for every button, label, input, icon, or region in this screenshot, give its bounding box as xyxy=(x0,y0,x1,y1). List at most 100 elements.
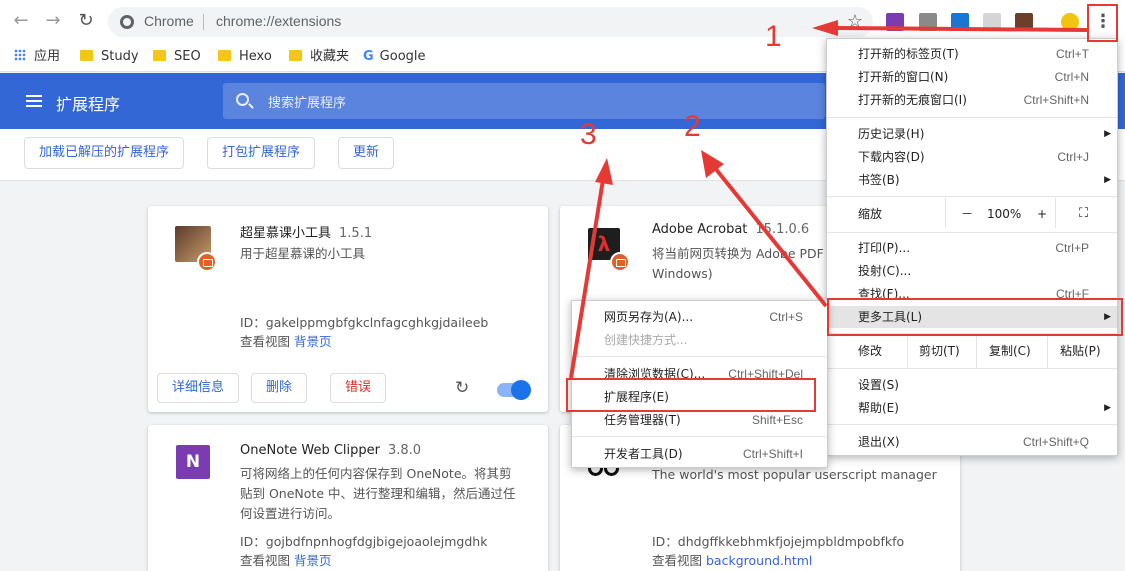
browser-toolbar: ← → ↻ Chrome chrome://extensions ☆ ⋮ xyxy=(0,0,1125,42)
back-button[interactable]: ← xyxy=(10,10,32,32)
highlight-more-tools xyxy=(827,298,1123,336)
menu-divider xyxy=(827,232,1117,233)
inspect-views: 查看视图 背景页 xyxy=(240,550,332,569)
menu-shortcut: Ctrl+S xyxy=(769,310,803,324)
background-page-link[interactable]: background.html xyxy=(706,553,812,568)
menu-label: 历史记录(H) xyxy=(858,127,925,141)
menu-item-incognito[interactable]: 打开新的无痕窗口(I) Ctrl+Shift+N xyxy=(827,89,1117,111)
menu-shortcut: Ctrl+Shift+N xyxy=(1023,93,1089,107)
bookmark-label: 应用 xyxy=(34,49,61,64)
submenu-item-devtools[interactable]: 开发者工具(D) Ctrl+Shift+I xyxy=(572,443,827,465)
extension-version: 1.5.1 xyxy=(339,226,373,241)
submenu-item-task-manager[interactable]: 任务管理器(T) Shift+Esc xyxy=(572,409,827,431)
bookmark-google[interactable]: G Google xyxy=(363,48,426,66)
menu-divider xyxy=(827,117,1117,118)
menu-item-settings[interactable]: 设置(S) xyxy=(827,374,1117,396)
menu-shortcut: Ctrl+N xyxy=(1054,70,1089,84)
menu-shortcut: Ctrl+T xyxy=(1056,47,1089,61)
google-icon: G xyxy=(363,49,374,64)
chrome-icon xyxy=(120,15,134,29)
menu-item-downloads[interactable]: 下载内容(D) Ctrl+J xyxy=(827,146,1117,168)
reload-button[interactable]: ↻ xyxy=(75,10,97,32)
menu-label: 下载内容(D) xyxy=(858,150,925,164)
s-extension-icon[interactable] xyxy=(951,13,969,31)
extension-id: ID：gojbdfnpnhogfdgjbigejoaolejmgdhk xyxy=(240,534,488,549)
bookmark-hexo[interactable]: Hexo xyxy=(218,48,272,66)
profile-avatar[interactable] xyxy=(1061,13,1079,31)
submenu-item-create-shortcut[interactable]: 创建快捷方式... xyxy=(572,329,827,351)
edit-divider xyxy=(976,336,977,368)
menu-divider xyxy=(827,368,1117,369)
menu-item-exit[interactable]: 退出(X) Ctrl+Shift+Q xyxy=(827,431,1117,453)
url-text[interactable]: chrome://extensions xyxy=(216,13,341,29)
enable-toggle[interactable] xyxy=(497,380,531,400)
copy-button[interactable]: 复制(C) xyxy=(989,340,1031,362)
desc-line: 将当前网页转换为 Adobe PDF xyxy=(652,246,824,261)
bookmark-apps[interactable]: 应用 xyxy=(14,48,60,66)
menu-item-history[interactable]: 历史记录(H) ▶ xyxy=(827,123,1117,145)
apps-icon xyxy=(14,49,26,61)
load-unpacked-button[interactable]: 加载已解压的扩展程序 xyxy=(24,137,185,169)
desc-line: 可将网络上的任何内容保存到 OneNote。将其剪 xyxy=(240,466,512,481)
menu-label: 退出(X) xyxy=(858,435,900,449)
desc-line: 贴到 OneNote 中、进行整理和编辑，然后通过任 xyxy=(240,486,516,501)
edit-divider xyxy=(1047,336,1048,368)
onenote-extension-icon[interactable] xyxy=(886,13,904,31)
background-page-link[interactable]: 背景页 xyxy=(294,334,332,349)
remove-button[interactable]: 删除 xyxy=(251,373,308,403)
paste-button[interactable]: 粘贴(P) xyxy=(1060,340,1101,362)
submenu-arrow-icon: ▶ xyxy=(1104,175,1111,185)
acrobat-extension-icon[interactable] xyxy=(983,13,1001,31)
menu-item-bookmarks[interactable]: 书签(B) ▶ xyxy=(827,169,1117,191)
menu-label: 帮助(E) xyxy=(858,401,899,415)
update-button[interactable]: 更新 xyxy=(338,137,395,169)
submenu-item-save-as[interactable]: 网页另存为(A)... Ctrl+S xyxy=(572,306,827,328)
bookmark-study[interactable]: Study xyxy=(80,48,139,66)
menu-item-new-tab[interactable]: 打开新的标签页(T) Ctrl+T xyxy=(827,43,1117,65)
bookmark-star-icon[interactable]: ☆ xyxy=(847,11,863,32)
fullscreen-icon[interactable]: ⛶ xyxy=(1079,203,1088,225)
zoom-in-button[interactable]: + xyxy=(1037,203,1047,225)
background-page-link[interactable]: 背景页 xyxy=(294,553,332,568)
search-input[interactable]: 搜索扩展程序 xyxy=(223,83,825,119)
toggle-knob xyxy=(511,380,531,400)
menu-item-print[interactable]: 打印(P)... Ctrl+P xyxy=(827,237,1117,259)
menu-shortcut: Ctrl+Shift+I xyxy=(742,447,803,461)
menu-label: 修改 xyxy=(858,344,883,358)
forward-button[interactable]: → xyxy=(42,10,64,32)
folder-icon xyxy=(218,50,231,61)
menu-item-new-window[interactable]: 打开新的窗口(N) Ctrl+N xyxy=(827,66,1117,88)
reload-icon[interactable]: ↻ xyxy=(455,378,469,398)
details-button[interactable]: 详细信息 xyxy=(157,373,240,403)
zoom-out-button[interactable]: － xyxy=(961,203,973,225)
menu-divider xyxy=(827,424,1117,425)
bookmark-label: 收藏夹 xyxy=(310,49,350,64)
cut-button[interactable]: 剪切(T) xyxy=(919,340,960,362)
extension-name: OneNote Web Clipper 3.8.0 xyxy=(240,443,421,458)
menu-label: 打开新的无痕窗口(I) xyxy=(858,93,967,107)
menu-item-edit: 修改 剪切(T) 复制(C) 粘贴(P) xyxy=(827,336,1117,368)
bookmark-seo[interactable]: SEO xyxy=(153,48,201,66)
bookmark-favorites[interactable]: 收藏夹 xyxy=(289,48,349,66)
pack-extension-button[interactable]: 打包扩展程序 xyxy=(207,137,316,169)
address-bar[interactable]: Chrome chrome://extensions ☆ xyxy=(108,7,873,37)
menu-item-cast[interactable]: 投射(C)... xyxy=(827,260,1117,282)
errors-button[interactable]: 错误 xyxy=(330,373,387,403)
name-text: OneNote Web Clipper xyxy=(240,443,380,458)
menu-icon[interactable] xyxy=(26,95,42,107)
menu-shortcut: Ctrl+P xyxy=(1055,241,1089,255)
extension-description: 可将网络上的任何内容保存到 OneNote。将其剪 贴到 OneNote 中、进行… xyxy=(240,464,516,524)
menu-label: 缩放 xyxy=(858,207,883,221)
menu-label: 打开新的窗口(N) xyxy=(858,70,949,84)
bookmark-label: Google xyxy=(379,49,426,64)
desc-line: 何设置进行访问。 xyxy=(240,506,341,521)
chaoxing-extension-icon[interactable] xyxy=(1015,13,1033,31)
menu-item-help[interactable]: 帮助(E) ▶ xyxy=(827,397,1117,419)
discord-extension-icon[interactable] xyxy=(919,13,937,31)
menu-divider xyxy=(572,356,827,357)
folder-icon xyxy=(153,50,166,61)
menu-label: 开发者工具(D) xyxy=(604,447,683,461)
extension-id: ID：gakelppmgbfgkclnfagcghkgjdaileeb xyxy=(240,315,489,330)
highlight-extensions-item xyxy=(566,378,816,412)
zoom-divider xyxy=(1055,198,1056,228)
